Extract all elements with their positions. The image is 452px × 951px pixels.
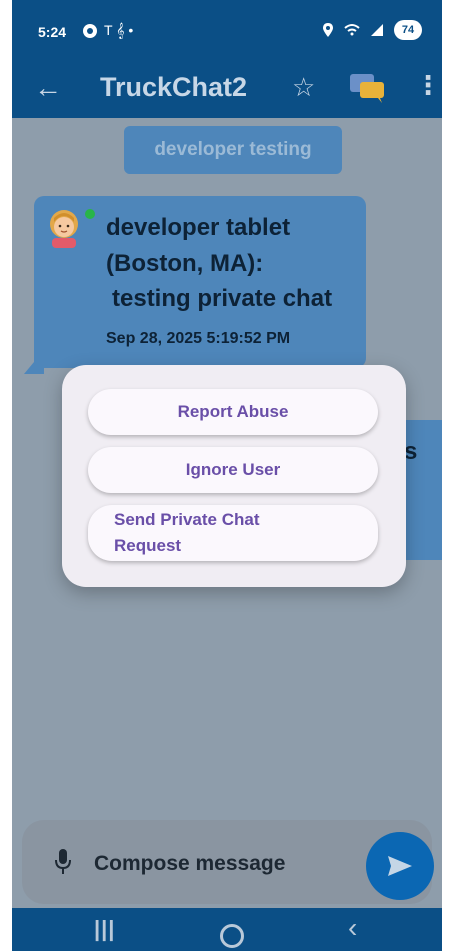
ignore-user-button[interactable]: Ignore User (88, 447, 378, 493)
battery-icon: 74 (394, 20, 422, 40)
message-timestamp: Sep 28, 2025 5:19:52 PM (106, 330, 291, 347)
private-chat-label-line2: Request (114, 536, 182, 555)
send-button[interactable] (366, 832, 434, 900)
user-action-dialog: Report Abuse Ignore User Send Private Ch… (62, 365, 406, 587)
phone-screen: 5:24 T 𝄞 • 74 ← TruckChat2 ☆ ⋮ developer… (12, 0, 442, 951)
chat-bubbles-icon[interactable] (348, 68, 386, 106)
signal-icon (371, 24, 383, 36)
user-avatar-icon (50, 210, 78, 248)
send-private-chat-request-button[interactable]: Send Private Chat Request (88, 505, 378, 561)
online-status-indicator (85, 209, 95, 219)
microphone-icon[interactable] (54, 848, 72, 876)
message-text: testing private chat (112, 285, 333, 312)
status-system-icons: 74 (322, 20, 422, 40)
status-left-text: T 𝄞 • (104, 22, 134, 38)
more-vertical-icon[interactable]: ⋮ (415, 70, 441, 101)
recent-apps-icon[interactable]: ||| (94, 916, 115, 942)
status-time: 5:24 (38, 24, 67, 40)
star-icon[interactable]: ☆ (292, 72, 315, 103)
topic-chip[interactable]: developer testing (124, 126, 342, 174)
status-notification-icons: T 𝄞 • (82, 22, 133, 39)
message-sender: developer tablet (Boston, MA): (106, 214, 291, 277)
home-icon[interactable] (220, 924, 244, 948)
report-abuse-button[interactable]: Report Abuse (88, 389, 378, 435)
message-bubble-tail (24, 350, 44, 374)
message-partial-text: s (404, 438, 418, 465)
compose-message-input[interactable] (92, 848, 356, 880)
back-icon[interactable]: ‹ (348, 912, 357, 944)
page-title: TruckChat2 (100, 72, 248, 102)
private-chat-label-line1: Send Private Chat (114, 510, 260, 529)
send-icon (388, 856, 412, 876)
notification-dot-icon (83, 23, 97, 38)
back-arrow-icon[interactable]: ← (34, 72, 62, 104)
system-navigation-bar: ||| ‹ (12, 908, 442, 951)
location-icon (323, 23, 333, 37)
app-bar: ← TruckChat2 ☆ ⋮ (12, 62, 442, 118)
status-bar: 5:24 T 𝄞 • 74 (12, 0, 442, 62)
wifi-icon (344, 24, 360, 36)
